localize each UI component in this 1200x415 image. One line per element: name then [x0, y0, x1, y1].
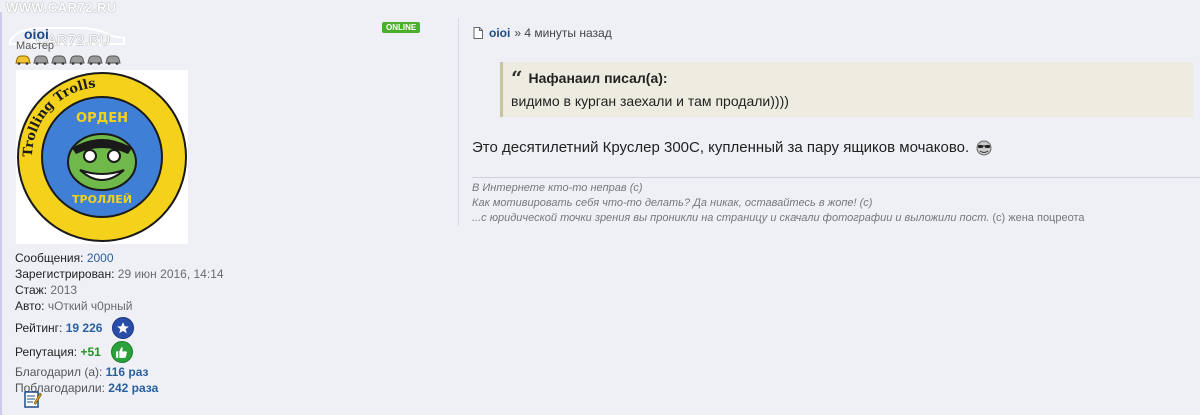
- stat-value: 29 июн 2016, 14:14: [117, 267, 224, 281]
- stat-registered: Зарегистрирован: 29 июн 2016, 14:14: [15, 266, 224, 282]
- rank-car-icon: [15, 55, 31, 65]
- signature-text: ...с юридической точки зрения вы проникл…: [472, 212, 990, 224]
- thanked-link[interactable]: 116 раз: [106, 365, 149, 379]
- stat-messages: Сообщения: 2000: [15, 250, 224, 266]
- rank-car-icon: [51, 55, 67, 65]
- column-divider: [458, 18, 459, 226]
- avatar-bottom-text: ТРОЛЛЕЙ: [72, 193, 132, 206]
- quote-block: “ Нафанаил писал(а): видимо в курган зае…: [500, 62, 1193, 117]
- signature-text: (с) жена поцреота: [992, 212, 1085, 224]
- stat-label: Стаж:: [15, 283, 48, 297]
- stat-label: Сообщения:: [15, 251, 84, 265]
- stat-thanked: Благодарил (а): 116 раз: [15, 364, 224, 380]
- rank-cars: [15, 54, 121, 65]
- quote-header: “ Нафанаил писал(а):: [511, 66, 668, 90]
- signature-divider: [472, 177, 1200, 178]
- stat-car: Авто: чОткий ч0рный: [15, 298, 224, 314]
- quote-text: видимо в курган заехали и там продали)))…: [511, 93, 789, 109]
- user-stats: Сообщения: 2000 Зарегистрирован: 29 июн …: [15, 250, 224, 396]
- reputation-value: +51: [80, 345, 101, 359]
- post-body-text: Это десятилетний Круслер 300С, купленный…: [472, 139, 970, 156]
- edit-note-icon[interactable]: [24, 390, 42, 408]
- stat-label: Зарегистрирован:: [15, 267, 115, 281]
- online-badge: ONLINE: [382, 22, 421, 33]
- rank-car-icon: [105, 55, 121, 65]
- rank-car-icon: [87, 55, 103, 65]
- was-thanked-link[interactable]: 242 раза: [108, 381, 158, 395]
- user-profile-column: oioi Мастер ONLINE Trolling Trolls ОРДЕН…: [0, 12, 450, 415]
- user-avatar: Trolling Trolls ОРДЕН ТРОЛЛЕЙ: [16, 70, 188, 244]
- star-icon[interactable]: [112, 317, 135, 339]
- stat-was-thanked: Поблагодарили: 242 раза: [15, 380, 224, 396]
- post-time: » 4 минуты назад: [514, 26, 612, 40]
- messages-link[interactable]: 2000: [87, 251, 114, 265]
- quote-mark-icon: “: [511, 66, 523, 90]
- post-header: oioi » 4 минуты назад: [473, 26, 612, 40]
- stat-value: чОткий ч0рный: [47, 299, 133, 313]
- signature: В Интернете кто-то неправ (с) Как мотиви…: [472, 181, 1085, 226]
- stat-label: Благодарил (а):: [15, 365, 103, 379]
- stat-label: Рейтинг:: [15, 321, 63, 335]
- stat-label: Авто:: [15, 299, 45, 313]
- post-author-link[interactable]: oioi: [489, 26, 510, 40]
- user-rank: Мастер: [16, 40, 55, 52]
- post-body: Это десятилетний Круслер 300С, купленный…: [472, 139, 993, 156]
- document-icon[interactable]: [473, 27, 483, 39]
- rank-car-icon: [69, 55, 85, 65]
- stat-reputation: Репутация: +51: [15, 340, 224, 364]
- signature-line: Как мотивировать себя что-то делать? Да …: [472, 197, 873, 209]
- signature-line: ...с юридической точки зрения вы проникл…: [472, 211, 1085, 226]
- stat-label: Репутация:: [15, 345, 78, 359]
- quote-author: Нафанаил писал(а):: [528, 70, 668, 86]
- signature-line: В Интернете кто-то неправ (с): [472, 182, 643, 194]
- thumbs-up-icon[interactable]: [110, 341, 133, 363]
- rating-link[interactable]: 19 226: [66, 320, 103, 336]
- rank-car-icon: [33, 55, 49, 65]
- stat-rating: Рейтинг: 19 226: [15, 316, 224, 340]
- avatar-top-text: ОРДЕН: [76, 111, 128, 126]
- sunglasses-smiley-icon: [976, 140, 992, 155]
- stat-experience: Стаж: 2013: [15, 282, 224, 298]
- stat-value: 2013: [50, 283, 78, 297]
